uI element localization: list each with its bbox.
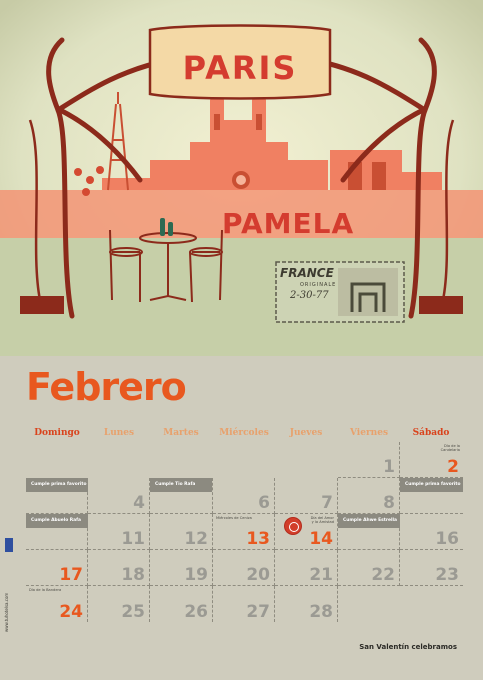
day-cell[interactable]: 22 — [338, 550, 400, 586]
day-number: 13 — [246, 529, 270, 549]
day-number: 17 — [59, 565, 83, 585]
day-cell[interactable]: Día del Amor y la Amistad 14 — [275, 514, 338, 550]
weekday-domingo: Domingo — [34, 428, 80, 438]
day-number: 8 — [383, 493, 395, 513]
weekday-sabado: Sábado — [412, 428, 450, 438]
day-number: 23 — [435, 565, 459, 585]
day-cell[interactable]: 16 — [400, 514, 463, 550]
day-cell[interactable]: Cumple Tio Rafa — [150, 478, 213, 514]
day-number: 2 — [447, 457, 459, 477]
day-cell[interactable]: 25 — [88, 586, 150, 622]
day-cell[interactable]: Miércoles de Ceniza 13 — [213, 514, 275, 550]
weekday-header: Domingo Lunes Martes Miércoles Jueves Vi… — [26, 428, 463, 442]
day-number: 16 — [435, 529, 459, 549]
weekday-miercoles: Miércoles — [219, 428, 269, 438]
side-url-text: www.tuhotelsa.com — [4, 592, 9, 632]
day-cell[interactable]: Cumple Abuelo Rafa — [26, 514, 88, 550]
day-number: 22 — [371, 565, 395, 585]
month-title: Febrero — [26, 365, 187, 409]
day-cell[interactable]: 11 — [88, 514, 150, 550]
day-number: 1 — [383, 457, 395, 477]
day-cell[interactable]: 21 — [275, 550, 338, 586]
poster-illustration: PARIS PAMELA FRANCE ORIGINALE 2-30-77 — [0, 0, 483, 356]
birthday-banner: Cumple prima favorito — [400, 478, 463, 492]
day-cell[interactable]: Día de la Candelaria 2 — [400, 442, 463, 478]
day-cell[interactable]: 26 — [150, 586, 213, 622]
stamp-country: FRANCE — [280, 266, 334, 280]
birthday-banner: Cumple Abuelo Rafa — [26, 514, 88, 528]
stamp-sub: ORIGINALE — [300, 282, 337, 288]
day-note: Día de la Bandera — [29, 588, 62, 592]
day-cell[interactable]: 18 — [88, 550, 150, 586]
birthday-banner: Cumple prima favorito — [26, 478, 88, 492]
day-cell[interactable]: 19 — [150, 550, 213, 586]
day-cell[interactable]: 23 — [400, 550, 463, 586]
footer-caption: San Valentín celebramos — [359, 643, 457, 651]
weekday-martes: Martes — [163, 428, 199, 438]
day-note: Día del Amor y la Amistad — [310, 516, 334, 525]
day-cell[interactable]: Cumple Ahwe Estrella — [338, 514, 400, 550]
birthday-banner: Cumple Tio Rafa — [150, 478, 212, 492]
weekday-jueves: Jueves — [289, 428, 323, 438]
weekday-lunes: Lunes — [103, 428, 135, 438]
day-cell[interactable]: 20 — [213, 550, 275, 586]
day-cell[interactable]: Día de la Bandera 24 — [26, 586, 88, 622]
day-number: 26 — [184, 602, 208, 622]
day-cell[interactable]: 6 — [213, 478, 275, 514]
day-cell[interactable]: 12 — [150, 514, 213, 550]
day-cell[interactable]: Cumple prima favorito — [400, 478, 463, 514]
weekday-viernes: Viernes — [349, 428, 389, 438]
day-number: 25 — [121, 602, 145, 622]
day-cell[interactable]: Cumple prima favorito — [26, 478, 88, 514]
day-cell[interactable]: 28 — [275, 586, 338, 622]
stamp-code: 2-30-77 — [290, 290, 329, 301]
day-cell[interactable]: 27 — [213, 586, 275, 622]
day-number: 6 — [258, 493, 270, 513]
day-number: 28 — [309, 602, 333, 622]
day-cell[interactable]: 7 — [275, 478, 338, 514]
day-cell[interactable]: 17 — [26, 550, 88, 586]
day-number: 11 — [121, 529, 145, 549]
side-url: www.tuhotelsa.com — [4, 538, 14, 638]
day-number: 18 — [121, 565, 145, 585]
day-number: 4 — [133, 493, 145, 513]
day-note: Día de la Candelaria — [440, 444, 460, 453]
day-cell[interactable]: 8 — [338, 478, 400, 514]
day-note: Miércoles de Ceniza — [216, 516, 252, 520]
brand-tag-icon — [5, 538, 13, 552]
birthday-banner: Cumple Ahwe Estrella — [338, 514, 400, 528]
day-number: 20 — [246, 565, 270, 585]
day-number: 14 — [309, 529, 333, 549]
day-number: 27 — [246, 602, 270, 622]
day-number: 19 — [184, 565, 208, 585]
poster-name: PAMELA — [222, 207, 355, 240]
day-cell[interactable]: 1 — [338, 442, 400, 478]
day-number: 7 — [321, 493, 333, 513]
poster-title: PARIS — [182, 49, 298, 87]
calendar-grid: 1 Día de la Candelaria 2 Cumple prima fa… — [26, 442, 463, 622]
day-cell[interactable]: 4 — [88, 478, 150, 514]
day-number: 12 — [184, 529, 208, 549]
day-number: 24 — [59, 602, 83, 622]
day-number: 21 — [309, 565, 333, 585]
heart-seal-icon — [284, 517, 302, 535]
